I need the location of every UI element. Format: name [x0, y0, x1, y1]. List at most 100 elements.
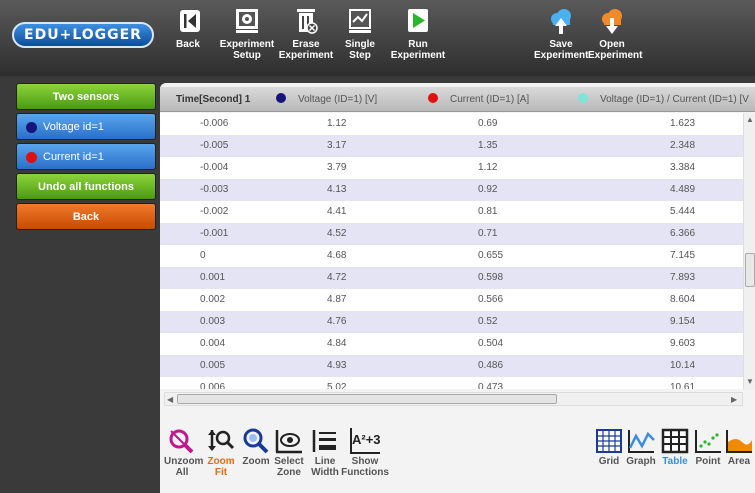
single-step-button[interactable]: Single Step: [340, 6, 380, 61]
run-experiment-button[interactable]: Run Experiment: [390, 6, 446, 61]
line-width-button[interactable]: Line Width: [308, 428, 342, 478]
table-row[interactable]: 0 4.68 0.655 7.145: [160, 245, 743, 267]
area-icon: [726, 430, 752, 453]
table-cell: 7.145: [670, 250, 696, 261]
main-panel: Time[Second] 1 Voltage (ID=1) [V] Curren…: [160, 83, 755, 493]
table-button[interactable]: Table: [658, 428, 692, 467]
table-row[interactable]: -0.003 4.13 0.92 4.489: [160, 179, 743, 201]
table-row[interactable]: 0.003 4.76 0.52 9.154: [160, 311, 743, 333]
zoom-icon: [243, 428, 269, 454]
eye-icon: [275, 430, 302, 454]
table-cell: 8.604: [670, 294, 696, 305]
undo-all-functions-button[interactable]: Undo all functions: [16, 173, 156, 200]
table-cell: 0.005: [200, 360, 226, 371]
scroll-right-icon[interactable]: ▶: [731, 395, 737, 404]
table-cell: 0.003: [200, 316, 226, 327]
line-width-icon: [312, 430, 336, 452]
two-sensors-button[interactable]: Two sensors: [16, 83, 156, 110]
table-row[interactable]: 0.006 5.02 0.473 10.61: [160, 377, 743, 389]
header-ratio[interactable]: Voltage (ID=1) / Current (ID=1) [V: [578, 87, 749, 112]
table-icon: [661, 428, 689, 454]
top-toolbar: EDU+LOGGER Back Experiment Setup Erase E…: [0, 0, 755, 76]
table-row[interactable]: 0.002 4.87 0.566 8.604: [160, 289, 743, 311]
table-cell: 1.623: [670, 118, 696, 129]
area-button[interactable]: Area: [724, 428, 754, 467]
graph-icon: [628, 430, 655, 453]
table-cell: 0.002: [200, 294, 226, 305]
unzoom-icon: [169, 429, 194, 454]
table-cell: 5.02: [327, 382, 347, 389]
table-cell: 0.598: [478, 272, 504, 283]
save-experiment-button[interactable]: Save Experiment: [534, 6, 588, 61]
scroll-up-icon[interactable]: ▲: [746, 115, 754, 124]
unzoom-all-button[interactable]: Unzoom All: [164, 428, 203, 478]
table-row[interactable]: 0.004 4.84 0.504 9.603: [160, 333, 743, 355]
data-table: Time[Second] 1 Voltage (ID=1) [V] Curren…: [160, 83, 755, 408]
table-row[interactable]: -0.005 3.17 1.35 2.348: [160, 135, 743, 157]
cloud-download-icon: [602, 9, 622, 34]
grid-icon: [596, 429, 622, 453]
current-legend-dot: [428, 93, 438, 103]
erase-experiment-button[interactable]: Erase Experiment: [278, 6, 334, 61]
table-row[interactable]: -0.004 3.79 1.12 3.384: [160, 157, 743, 179]
table-row[interactable]: -0.002 4.41 0.81 5.444: [160, 201, 743, 223]
header-time[interactable]: Time[Second] 1: [176, 87, 250, 112]
table-cell: 4.68: [327, 250, 347, 261]
table-cell: -0.002: [200, 206, 229, 217]
table-cell: 10.14: [670, 360, 696, 371]
table-cell: 0: [200, 250, 206, 261]
table-cell: -0.001: [200, 228, 229, 239]
vertical-scrollbar[interactable]: ▲ ▼: [743, 113, 755, 389]
table-cell: 0.001: [200, 272, 226, 283]
table-cell: 0.006: [200, 382, 226, 389]
point-button[interactable]: Point: [692, 428, 724, 467]
experiment-setup-button[interactable]: Experiment Setup: [218, 6, 276, 61]
table-cell: -0.005: [200, 140, 229, 151]
table-cell: -0.003: [200, 184, 229, 195]
table-row[interactable]: 0.005 4.93 0.486 10.14: [160, 355, 743, 377]
header-voltage[interactable]: Voltage (ID=1) [V]: [276, 87, 377, 112]
table-cell: 4.489: [670, 184, 696, 195]
horizontal-scrollbar[interactable]: ◀ ▶: [164, 392, 743, 406]
grid-button[interactable]: Grid: [594, 428, 624, 467]
table-cell: 4.76: [327, 316, 347, 327]
header-current[interactable]: Current (ID=1) [A]: [428, 87, 529, 112]
table-row[interactable]: -0.001 4.52 0.71 6.366: [160, 223, 743, 245]
table-cell: -0.006: [200, 118, 229, 129]
open-experiment-button[interactable]: Open Experiment: [588, 6, 642, 61]
zoom-button[interactable]: Zoom: [240, 428, 272, 467]
table-cell: 4.93: [327, 360, 347, 371]
settings-icon: [236, 9, 258, 33]
functions-icon: A²+3: [350, 428, 381, 454]
table-cell: 4.84: [327, 338, 347, 349]
show-functions-button[interactable]: A²+3 Show Functions: [340, 428, 390, 478]
zoom-fit-button[interactable]: Zoom Fit: [204, 428, 238, 478]
scroll-left-icon[interactable]: ◀: [167, 395, 173, 404]
table-row[interactable]: -0.006 1.12 0.69 1.623: [160, 113, 743, 135]
table-cell: 9.154: [670, 316, 696, 327]
table-cell: 0.004: [200, 338, 226, 349]
table-cell: 7.893: [670, 272, 696, 283]
back-button[interactable]: Back: [176, 6, 200, 50]
play-icon: [408, 9, 428, 32]
table-cell: 3.17: [327, 140, 347, 151]
table-cell: 0.52: [478, 316, 498, 327]
table-cell: 4.52: [327, 228, 347, 239]
ratio-legend-dot: [578, 93, 588, 103]
table-cell: 2.348: [670, 140, 696, 151]
table-cell: 9.603: [670, 338, 696, 349]
current-sensor-button[interactable]: Current id=1: [16, 143, 156, 170]
graph-button[interactable]: Graph: [624, 428, 658, 467]
voltage-sensor-label: Voltage id=1: [43, 121, 104, 133]
table-row[interactable]: 0.001 4.72 0.598 7.893: [160, 267, 743, 289]
voltage-sensor-button[interactable]: Voltage id=1: [16, 113, 156, 140]
horizontal-scroll-thumb[interactable]: [177, 394, 557, 404]
vertical-scroll-thumb[interactable]: [745, 253, 755, 287]
table-cell: 3.384: [670, 162, 696, 173]
scroll-down-icon[interactable]: ▼: [746, 377, 754, 386]
table-cell: 4.87: [327, 294, 347, 305]
select-zone-button[interactable]: Select Zone: [272, 428, 306, 478]
sidebar-back-button[interactable]: Back: [16, 203, 156, 230]
table-cell: 0.92: [478, 184, 498, 195]
table-cell: 0.504: [478, 338, 504, 349]
